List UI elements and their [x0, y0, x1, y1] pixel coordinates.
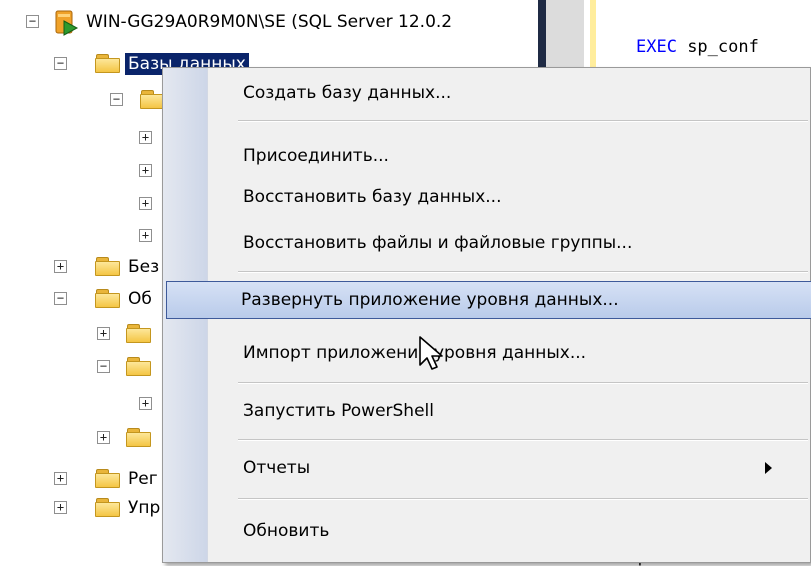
menu-item-label: Восстановить базу данных...: [243, 187, 502, 207]
tree-node-child[interactable]: +: [0, 157, 170, 185]
menu-item-refresh[interactable]: Обновить: [166, 512, 806, 550]
menu-item-restore-files[interactable]: Восстановить файлы и файловые группы...: [166, 224, 806, 262]
expand-icon[interactable]: +: [97, 327, 110, 340]
menu-item-deploy-dac[interactable]: Развернуть приложение уровня данных...: [166, 281, 811, 319]
expand-icon[interactable]: +: [139, 164, 152, 177]
menu-separator: [238, 498, 808, 500]
tree-node-management[interactable]: + Упр: [0, 494, 170, 522]
menu-item-label: Запустить PowerShell: [243, 401, 434, 421]
collapse-icon[interactable]: −: [54, 292, 67, 305]
tree-node-folder[interactable]: +: [0, 320, 170, 348]
menu-item-import-dac[interactable]: Импорт приложения уровня данных...: [166, 334, 806, 372]
tree-node-child[interactable]: +: [0, 222, 170, 250]
menu-item-label: Создать базу данных...: [243, 83, 452, 103]
menu-item-reports[interactable]: Отчеты: [166, 449, 806, 487]
tree-node-child[interactable]: +: [0, 190, 170, 218]
menu-item-start-powershell[interactable]: Запустить PowerShell: [166, 392, 806, 430]
tree-node-folder[interactable]: +: [0, 424, 170, 452]
server-label: WIN-GG29A0R9M0N\SE (SQL Server 12.0.2: [86, 12, 453, 32]
tree-node-replication[interactable]: + Рег: [0, 465, 170, 493]
tree-node-label: Рег: [128, 469, 158, 489]
expand-icon[interactable]: +: [54, 260, 67, 273]
tree-node-server-objects[interactable]: − Об: [0, 285, 170, 313]
tree-node-label: Об: [128, 289, 152, 309]
server-icon: [55, 10, 79, 36]
expand-icon[interactable]: +: [139, 229, 152, 242]
menu-separator: [238, 382, 808, 384]
code-text: sp_conf: [676, 37, 759, 57]
menu-item-label: Развернуть приложение уровня данных...: [241, 290, 619, 310]
expand-icon[interactable]: +: [139, 131, 152, 144]
folder-icon: [95, 257, 121, 276]
menu-separator: [238, 120, 808, 122]
tree-node-security[interactable]: + Без: [0, 253, 170, 281]
code-line: EXEC sp_conf: [636, 37, 759, 57]
menu-item-label: Восстановить файлы и файловые группы...: [243, 233, 633, 253]
folder-icon: [95, 289, 121, 308]
expand-icon[interactable]: +: [54, 472, 67, 485]
folder-icon: [95, 469, 121, 488]
folder-icon: [95, 498, 121, 517]
menu-item-label: Присоединить...: [243, 146, 389, 166]
collapse-icon[interactable]: −: [110, 93, 123, 106]
tree-node-label: Упр: [128, 498, 161, 518]
expand-icon[interactable]: +: [139, 197, 152, 210]
menu-item-create-database[interactable]: Создать базу данных...: [166, 71, 806, 115]
context-menu: Создать базу данных... Присоединить... В…: [162, 67, 811, 563]
menu-item-label: Обновить: [243, 521, 330, 541]
mouse-cursor-icon: [419, 336, 443, 370]
submenu-arrow-icon: [765, 462, 772, 474]
tree-node-folder[interactable]: −: [0, 86, 170, 114]
expand-icon[interactable]: +: [54, 501, 67, 514]
menu-item-label: Импорт приложения уровня данных...: [243, 343, 587, 363]
tree-node-child[interactable]: +: [0, 124, 170, 152]
collapse-icon[interactable]: −: [54, 57, 67, 70]
code-keyword: EXEC: [636, 37, 677, 57]
collapse-icon[interactable]: −: [26, 15, 39, 28]
folder-icon: [126, 324, 152, 343]
tree-node-server[interactable]: − WIN-GG29A0R9M0N\SE (SQL Server 12.0.2: [0, 8, 540, 36]
menu-separator: [238, 439, 808, 441]
menu-separator: [238, 271, 808, 273]
tree-node-child[interactable]: +: [0, 390, 170, 418]
expand-icon[interactable]: +: [97, 431, 110, 444]
tree-node-label: Без: [128, 257, 160, 277]
folder-icon: [126, 428, 152, 447]
folder-icon: [95, 54, 121, 73]
menu-item-restore-database[interactable]: Восстановить базу данных...: [166, 178, 806, 216]
folder-icon: [126, 357, 152, 376]
expand-icon[interactable]: +: [139, 397, 152, 410]
menu-item-label: Отчеты: [243, 458, 311, 478]
collapse-icon[interactable]: −: [97, 360, 110, 373]
menu-item-attach[interactable]: Присоединить...: [166, 137, 806, 175]
tree-node-folder[interactable]: −: [0, 353, 170, 381]
